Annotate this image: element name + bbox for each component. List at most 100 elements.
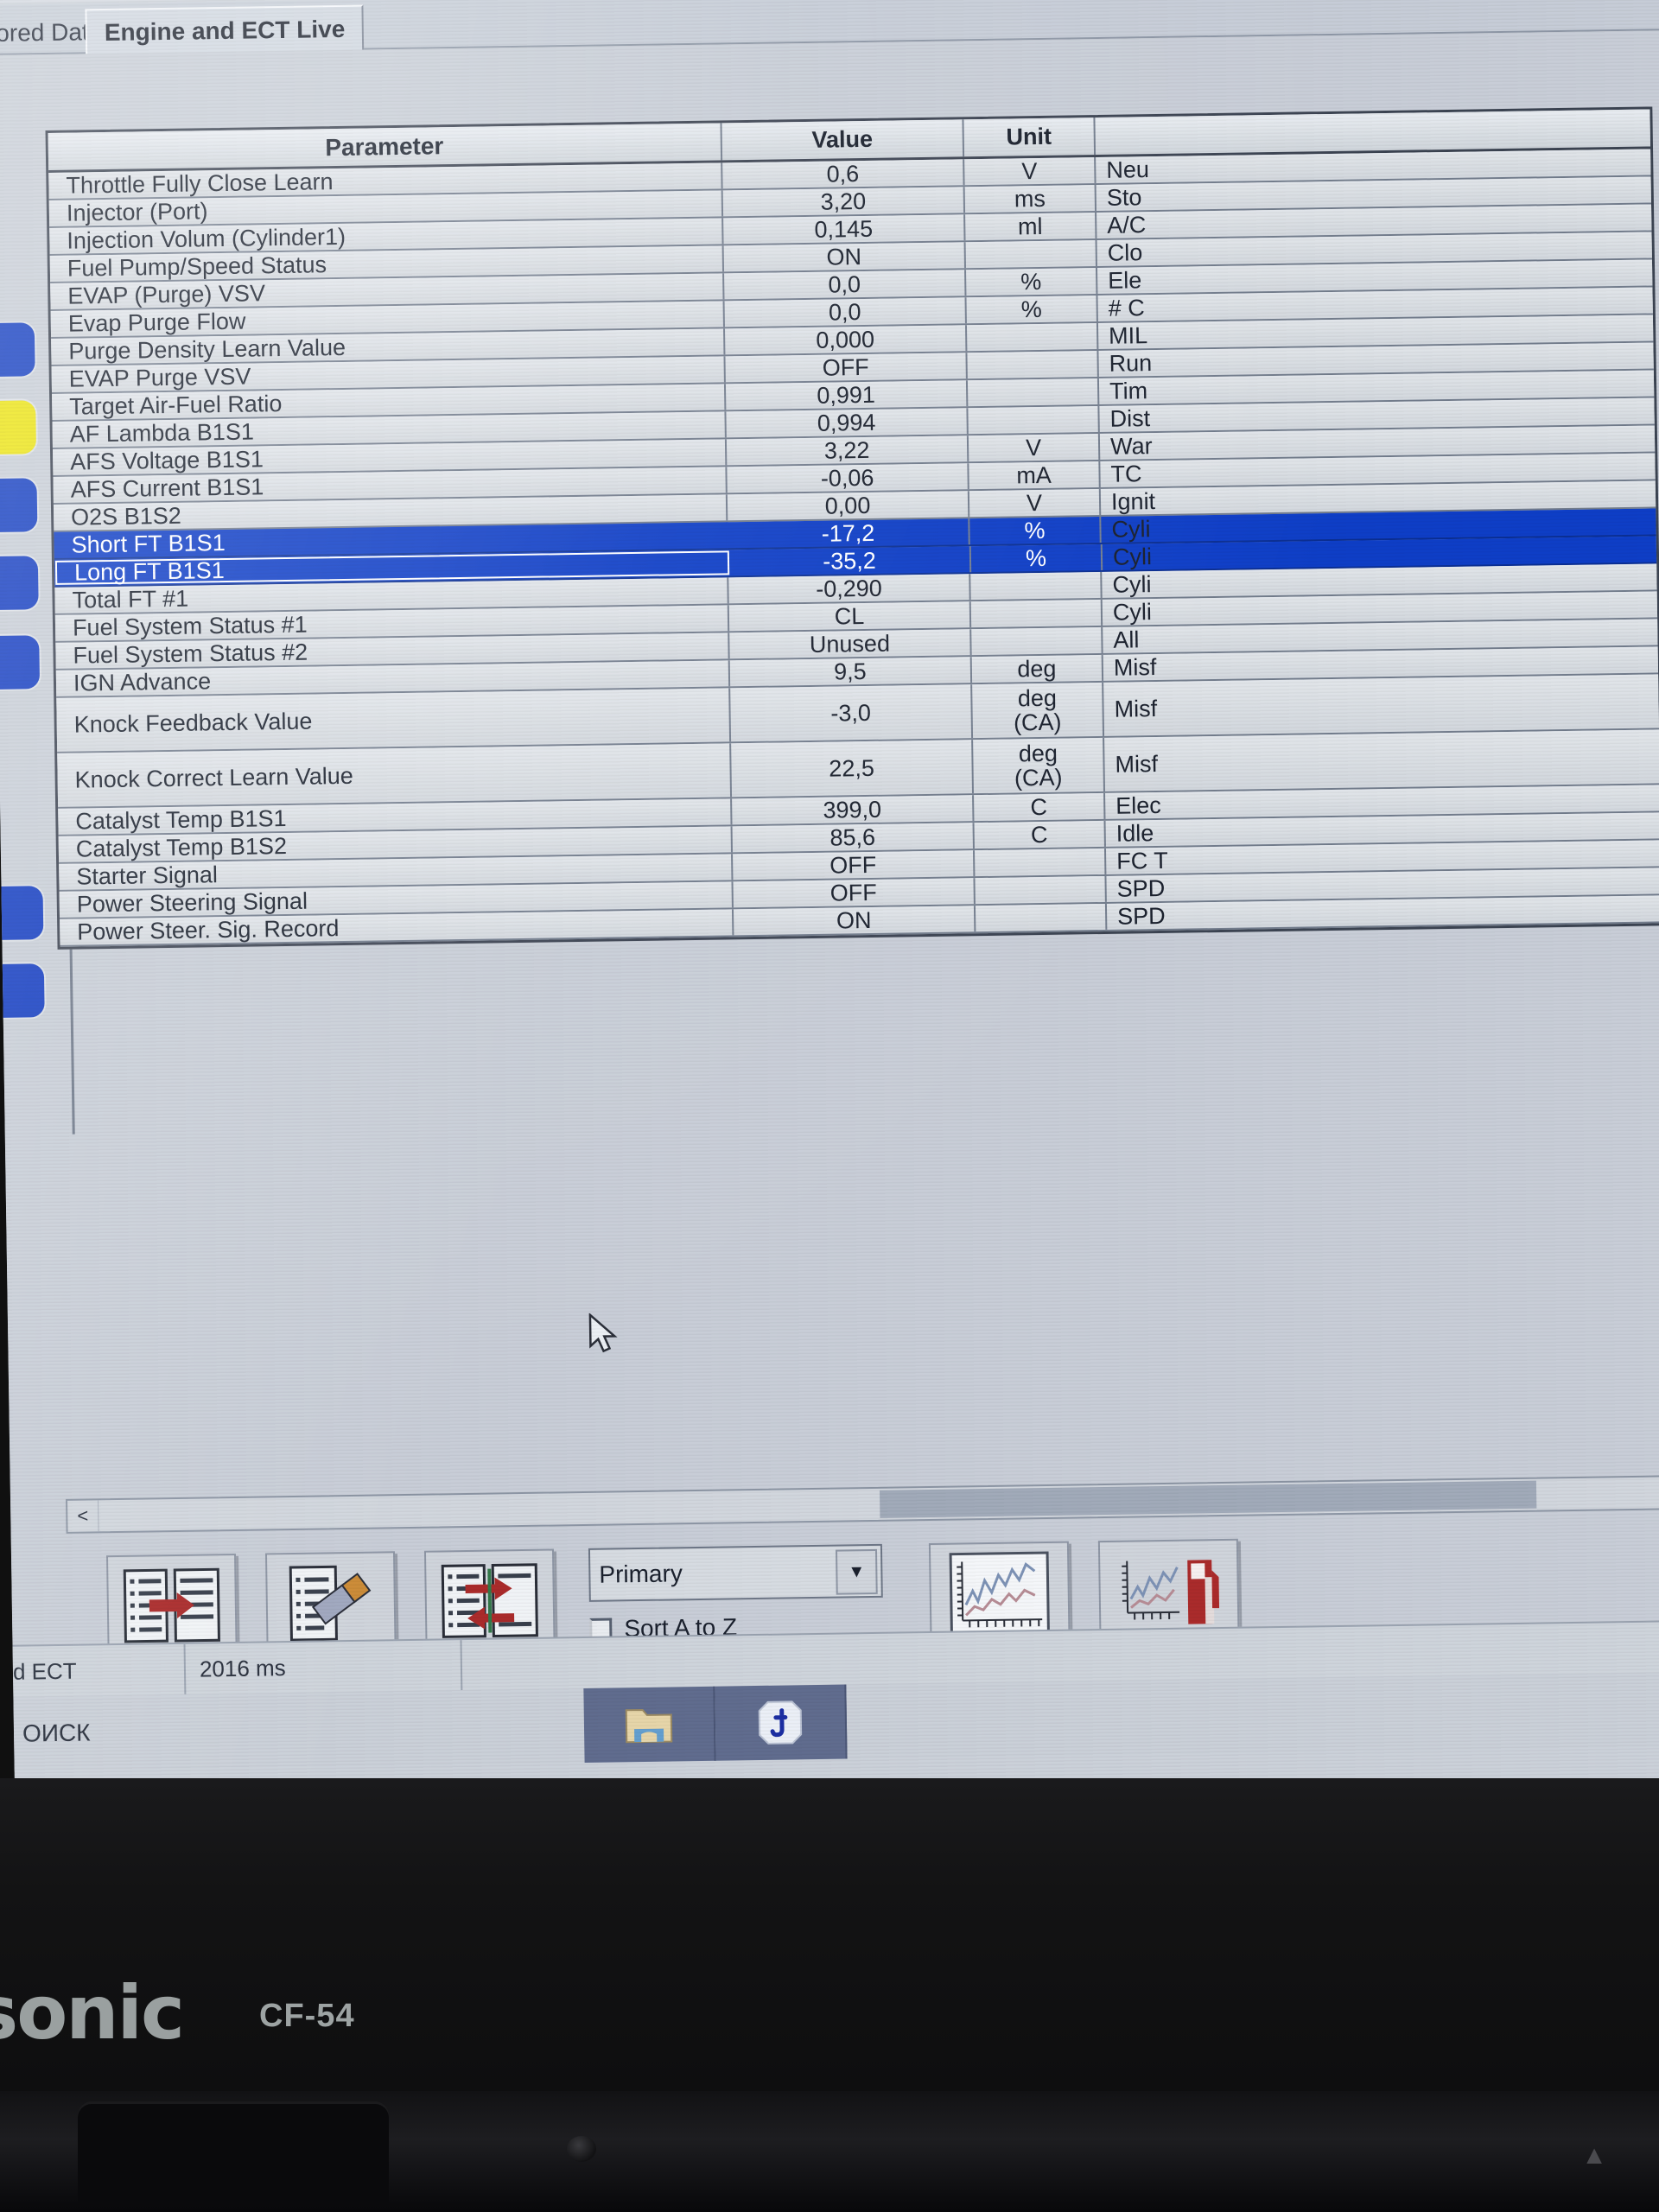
model-label: CF-54 bbox=[259, 1998, 355, 2034]
cell-value: 0,0 bbox=[724, 297, 967, 327]
cell-unit bbox=[975, 903, 1108, 932]
cell-unit bbox=[974, 848, 1107, 877]
bezel-arrow-icon: ▲ bbox=[1581, 2141, 1607, 2170]
tab-engine-and-ect-live[interactable]: Engine and ECT Live bbox=[85, 4, 365, 56]
cell-unit-line2: (CA) bbox=[1013, 709, 1062, 736]
cell-unit bbox=[968, 405, 1100, 435]
scroll-left-arrow-icon[interactable]: < bbox=[67, 1500, 99, 1532]
cell-value: 399,0 bbox=[732, 795, 975, 825]
column-header-parameter[interactable]: Parameter bbox=[48, 123, 723, 170]
cell-value: -0,06 bbox=[727, 463, 969, 493]
laptop-hinge-notch bbox=[78, 2101, 389, 2205]
cell-unit bbox=[965, 239, 1097, 269]
scrollbar-thumb[interactable] bbox=[879, 1480, 1537, 1518]
cell-unit: ml bbox=[965, 212, 1097, 241]
list-arrow-right-icon bbox=[123, 1567, 220, 1643]
cell-extra: Misf bbox=[1114, 695, 1158, 722]
cell-value: 3,22 bbox=[726, 435, 969, 466]
cell-unit bbox=[966, 322, 1099, 352]
table-body: Throttle Fully Close Learn 0,6 V Neu Injecto… bbox=[48, 149, 1659, 947]
tab-engine-and-ect-live-label: Engine and ECT Live bbox=[104, 15, 346, 47]
cell-unit bbox=[970, 571, 1103, 601]
cell-extra: Misf bbox=[1115, 750, 1159, 778]
cell-unit: ms bbox=[964, 184, 1097, 213]
column-header-value[interactable]: Value bbox=[721, 119, 965, 161]
edge-pill-6[interactable] bbox=[0, 963, 45, 1019]
status-cell-module: d ECT bbox=[12, 1643, 187, 1697]
cell-unit: deg bbox=[971, 654, 1104, 683]
edge-pill-5[interactable] bbox=[0, 886, 44, 941]
column-header-extra[interactable] bbox=[1095, 109, 1650, 155]
cell-value: 85,6 bbox=[732, 823, 975, 853]
cell-parameter: Knock Feedback Value bbox=[56, 688, 732, 752]
cell-unit: deg (CA) bbox=[972, 682, 1105, 739]
cell-unit: % bbox=[969, 516, 1102, 545]
brand-logo: sonic bbox=[0, 1970, 185, 2056]
cell-value: Unused bbox=[729, 629, 972, 659]
cell-unit-line1: deg bbox=[1018, 740, 1058, 767]
cell-unit: V bbox=[968, 433, 1101, 462]
cell-value: 0,991 bbox=[725, 380, 969, 410]
line-graph-icon bbox=[948, 1550, 1051, 1637]
cell-value: 9,5 bbox=[729, 657, 973, 687]
cell-unit: V bbox=[969, 488, 1102, 518]
list-eraser-icon bbox=[282, 1562, 379, 1643]
photograph-of-laptop-screen: TechDoc User Help Stored Data Engine and… bbox=[0, 0, 1659, 2212]
cell-value: -3,0 bbox=[730, 684, 974, 742]
cell-unit bbox=[971, 626, 1103, 656]
cell-unit: V bbox=[964, 157, 1096, 186]
cell-value: -17,2 bbox=[728, 518, 970, 549]
cell-value: ON bbox=[723, 242, 966, 272]
cell-unit: % bbox=[966, 295, 1098, 324]
cell-value: 0,145 bbox=[723, 214, 966, 245]
live-data-table: Parameter Value Unit Throttle Fully Clos… bbox=[45, 106, 1659, 950]
cell-value: OFF bbox=[733, 878, 976, 908]
cell-unit bbox=[967, 350, 1099, 379]
taskbar-search-label[interactable]: ОИСК bbox=[14, 1712, 584, 1748]
cell-value: -35,2 bbox=[728, 546, 972, 576]
cell-value: CL bbox=[728, 601, 972, 632]
laptop-screen: TechDoc User Help Stored Data Engine and… bbox=[0, 0, 1659, 1812]
cell-value: OFF bbox=[725, 353, 968, 383]
cell-unit: deg (CA) bbox=[973, 737, 1105, 794]
chevron-down-icon[interactable]: ▼ bbox=[835, 1548, 878, 1595]
live-data-panel: Parameter Value Unit Throttle Fully Clos… bbox=[0, 30, 1659, 1658]
cell-unit bbox=[967, 378, 1100, 407]
cell-unit bbox=[975, 875, 1107, 905]
status-cell-refresh-rate: 2016 ms bbox=[185, 1640, 463, 1694]
data-source-value: Primary bbox=[599, 1560, 683, 1588]
hinge-screw-icon bbox=[567, 2136, 596, 2162]
cell-unit-line2: (CA) bbox=[1014, 764, 1063, 791]
cell-value: 0,6 bbox=[722, 159, 965, 189]
cell-unit: C bbox=[974, 792, 1106, 822]
cell-unit: C bbox=[974, 820, 1106, 849]
graph-fuel-icon bbox=[1115, 1548, 1223, 1634]
cell-unit: % bbox=[970, 543, 1103, 573]
cell-unit bbox=[970, 599, 1103, 628]
cell-value: OFF bbox=[733, 850, 976, 880]
cell-value: 0,0 bbox=[724, 270, 967, 300]
edge-pill-yellow[interactable] bbox=[0, 400, 37, 455]
data-source-select[interactable]: Primary ▼ bbox=[588, 1543, 883, 1602]
edge-pill-4[interactable] bbox=[0, 635, 41, 690]
cell-value: 0,000 bbox=[725, 325, 968, 355]
cell-value: 0,00 bbox=[727, 491, 970, 521]
edge-pill-3[interactable] bbox=[0, 556, 39, 611]
toughbook-app-icon[interactable] bbox=[715, 1684, 848, 1761]
cell-value: 22,5 bbox=[731, 740, 975, 798]
cell-value: 0,994 bbox=[726, 408, 969, 438]
file-explorer-icon[interactable] bbox=[583, 1686, 716, 1763]
column-header-unit[interactable]: Unit bbox=[963, 118, 1096, 157]
cell-value: 3,20 bbox=[722, 187, 966, 217]
cell-value: -0,290 bbox=[728, 574, 971, 604]
list-swap-icon bbox=[441, 1563, 538, 1639]
cell-unit: % bbox=[966, 267, 1098, 296]
cell-unit-line1: deg bbox=[1017, 684, 1058, 712]
taskbar-icon-group bbox=[583, 1684, 848, 1763]
table-horizontal-scrollbar[interactable]: < bbox=[66, 1475, 1659, 1534]
edge-pill-2[interactable] bbox=[0, 478, 38, 533]
cell-value: ON bbox=[733, 906, 976, 936]
edge-pill-1[interactable] bbox=[0, 322, 35, 378]
cell-parameter: Knock Correct Learn Value bbox=[57, 743, 733, 807]
cell-unit: mA bbox=[969, 461, 1101, 490]
